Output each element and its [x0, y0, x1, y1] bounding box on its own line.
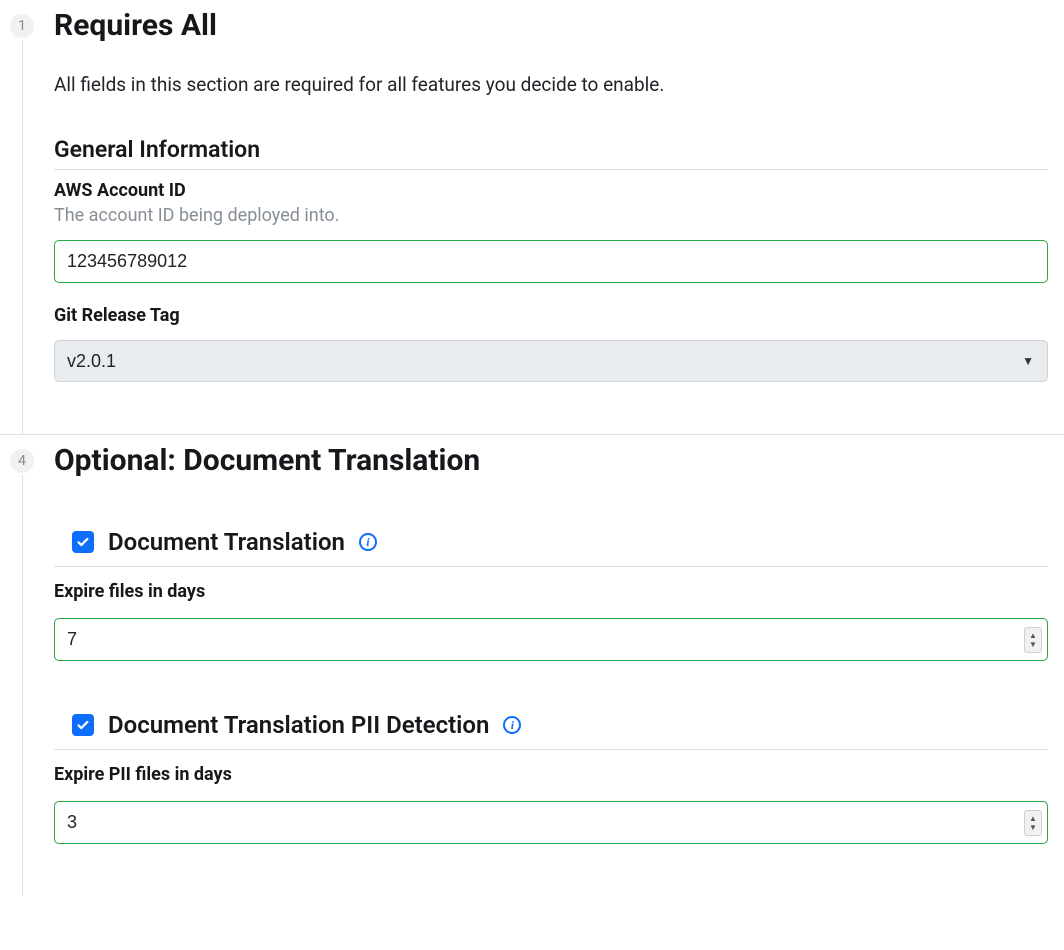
- feature-document-translation: Document Translation i Expire files in d…: [54, 528, 1048, 661]
- step-number-badge: 4: [10, 449, 34, 473]
- expire-pii-files-input[interactable]: [54, 801, 1048, 844]
- field-label: AWS Account ID: [54, 180, 1048, 201]
- feature-document-translation-pii: Document Translation PII Detection i Exp…: [54, 711, 1048, 844]
- check-icon: [76, 718, 90, 732]
- feature-title: Document Translation PII Detection: [108, 711, 489, 739]
- chevron-down-icon: ▼: [1029, 640, 1037, 649]
- step-requires-all: 1 Requires All All fields in this sectio…: [0, 0, 1064, 435]
- field-aws-account-id: AWS Account ID The account ID being depl…: [54, 180, 1048, 283]
- aws-account-id-input[interactable]: [54, 240, 1048, 283]
- step-document-translation: 4 Optional: Document Translation Documen…: [0, 435, 1064, 896]
- document-translation-checkbox[interactable]: [72, 531, 94, 553]
- field-label: Expire PII files in days: [54, 764, 1048, 785]
- chevron-down-icon: ▼: [1029, 823, 1037, 832]
- step-description: All fields in this section are required …: [54, 73, 1048, 96]
- field-label: Git Release Tag: [54, 305, 1048, 326]
- info-icon[interactable]: i: [503, 716, 521, 734]
- feature-title: Document Translation: [108, 528, 345, 556]
- group-title-general-information: General Information: [54, 136, 1048, 170]
- step-title: Optional: Document Translation: [54, 435, 1048, 478]
- git-release-tag-select[interactable]: v2.0.1: [54, 340, 1048, 382]
- field-label: Expire files in days: [54, 581, 1048, 602]
- field-expire-files: Expire files in days ▲▼: [54, 581, 1048, 661]
- chevron-up-icon: ▲: [1029, 631, 1037, 640]
- info-icon[interactable]: i: [359, 533, 377, 551]
- step-number-badge: 1: [10, 14, 34, 38]
- number-stepper[interactable]: ▲▼: [1024, 810, 1042, 836]
- step-title: Requires All: [54, 0, 1048, 43]
- document-translation-pii-checkbox[interactable]: [72, 714, 94, 736]
- field-expire-pii-files: Expire PII files in days ▲▼: [54, 764, 1048, 844]
- check-icon: [76, 535, 90, 549]
- number-stepper[interactable]: ▲▼: [1024, 627, 1042, 653]
- expire-files-input[interactable]: [54, 618, 1048, 661]
- field-hint: The account ID being deployed into.: [54, 205, 1048, 226]
- field-git-release-tag: Git Release Tag v2.0.1 ▼: [54, 305, 1048, 382]
- chevron-up-icon: ▲: [1029, 814, 1037, 823]
